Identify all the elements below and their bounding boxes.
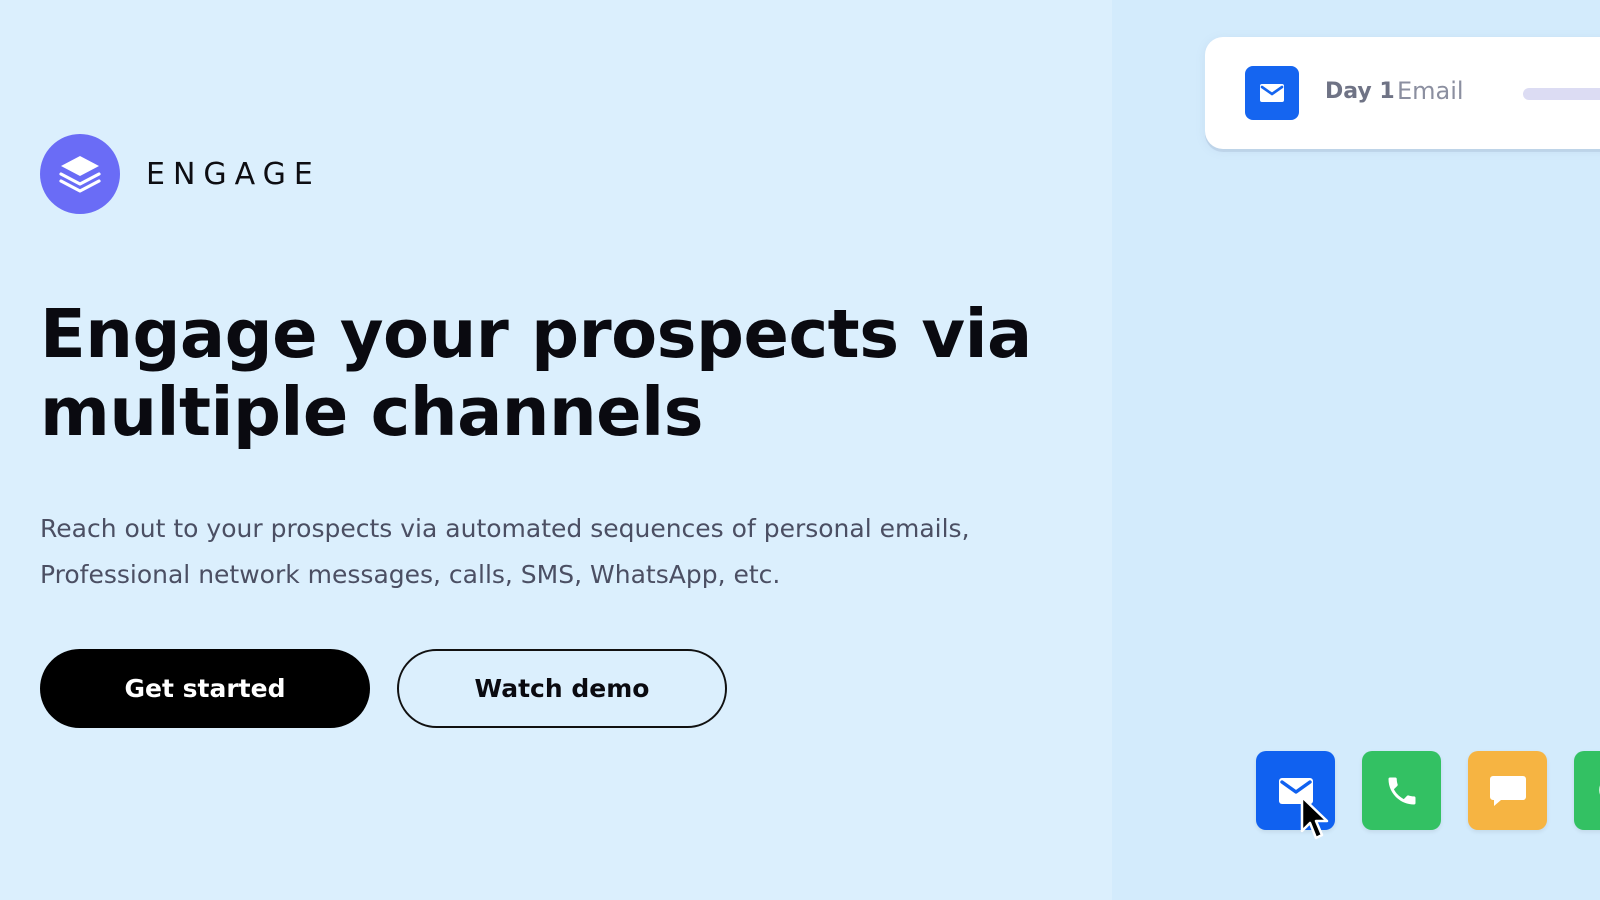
sequence-type-label: Email [1397,77,1464,105]
watch-demo-button[interactable]: Watch demo [397,649,727,728]
sequence-placeholder-bar [1523,88,1600,100]
landing-page: ENGAGE Engage your prospects via multipl… [0,0,1600,900]
hero-subtext: Reach out to your prospects via automate… [40,514,970,589]
envelope-icon [1278,777,1313,804]
brand-name: ENGAGE [146,156,321,192]
chat-bubble-icon [1489,775,1526,806]
channel-sms-button[interactable] [1468,751,1547,830]
channel-call-button[interactable] [1362,751,1441,830]
phone-icon [1388,777,1415,804]
sequence-day-label: Day 1 [1325,79,1395,104]
hero-headline: Engage your prospects via multiple chann… [40,295,1032,451]
envelope-icon [1245,66,1299,120]
channel-whatsapp-button[interactable] [1574,751,1600,830]
sequence-step-card: Day 1 Email [1205,37,1600,149]
channel-email-button[interactable] [1256,751,1335,830]
layers-icon [40,134,120,214]
get-started-button[interactable]: Get started [40,649,370,728]
brand-logo[interactable]: ENGAGE [40,134,321,214]
whatsapp-icon [1598,783,1600,796]
